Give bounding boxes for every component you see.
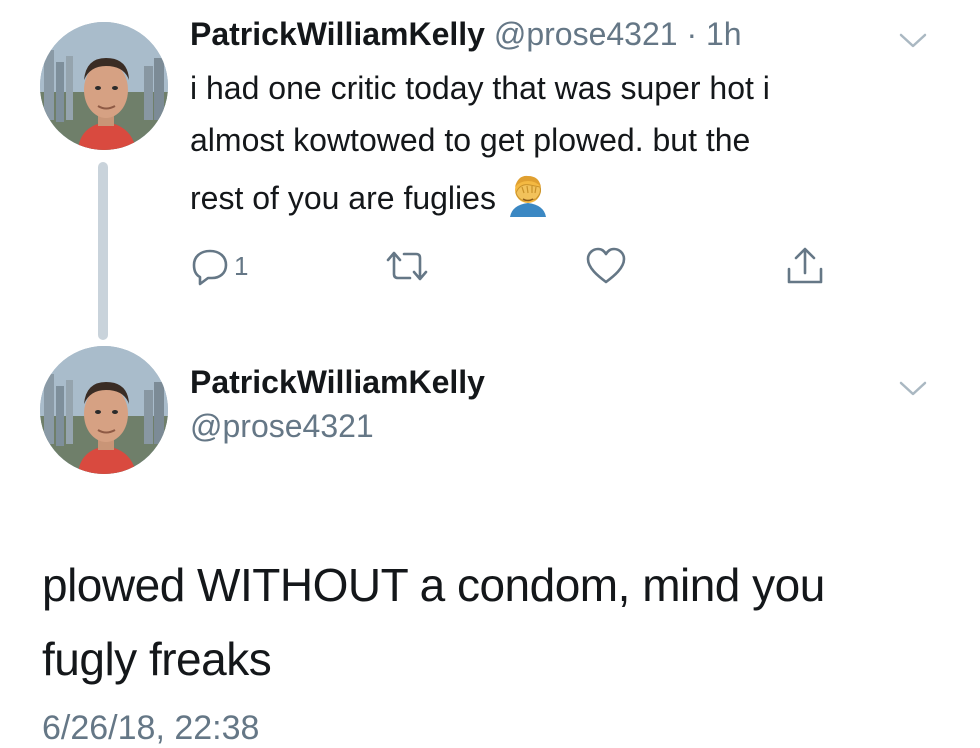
tweet-text-line-with-emoji: rest of you are fuglies bbox=[190, 172, 930, 224]
tweet-text-line: plowed WITHOUT a condom, mind you bbox=[42, 559, 825, 611]
chevron-down-icon[interactable] bbox=[898, 32, 928, 50]
reply-count: 1 bbox=[234, 250, 249, 281]
reply-button[interactable]: 1 bbox=[190, 246, 248, 286]
tweet-text: i had one critic today that was super ho… bbox=[190, 62, 930, 224]
tweet-text-line: i had one critic today that was super ho… bbox=[190, 70, 770, 106]
tweet-text: plowed WITHOUT a condom, mind you fugly … bbox=[42, 548, 962, 696]
user-handle[interactable]: @prose4321 bbox=[190, 406, 374, 446]
retweet-button[interactable] bbox=[384, 246, 430, 286]
profile-photo bbox=[40, 22, 168, 150]
face-palm-icon bbox=[509, 175, 546, 217]
tweet-text-line: fugly freaks bbox=[42, 633, 272, 685]
display-name[interactable]: PatrickWilliamKelly bbox=[190, 362, 485, 402]
retweet-icon bbox=[386, 251, 428, 281]
tweet-header: PatrickWilliamKelly @prose4321 · 1h bbox=[190, 14, 742, 54]
tweet-text-line: rest of you are fuglies bbox=[190, 180, 496, 216]
share-icon bbox=[787, 247, 823, 284]
tweet-text-line: almost kowtowed to get plowed. but the bbox=[190, 122, 751, 158]
chevron-down-icon[interactable] bbox=[898, 380, 928, 398]
heart-icon bbox=[586, 247, 626, 284]
avatar[interactable] bbox=[40, 346, 168, 474]
profile-photo bbox=[40, 346, 168, 474]
reply-icon bbox=[192, 249, 228, 286]
tweet-timestamp[interactable]: 6/26/18, 22:38 bbox=[42, 708, 259, 748]
avatar[interactable] bbox=[40, 22, 168, 150]
user-handle[interactable]: @prose4321 bbox=[494, 16, 678, 52]
share-button[interactable] bbox=[784, 246, 826, 286]
tweet-time[interactable]: · 1h bbox=[686, 16, 741, 52]
display-name[interactable]: PatrickWilliamKelly bbox=[190, 16, 485, 52]
like-button[interactable] bbox=[584, 246, 628, 286]
thread-connector-line bbox=[98, 162, 108, 340]
